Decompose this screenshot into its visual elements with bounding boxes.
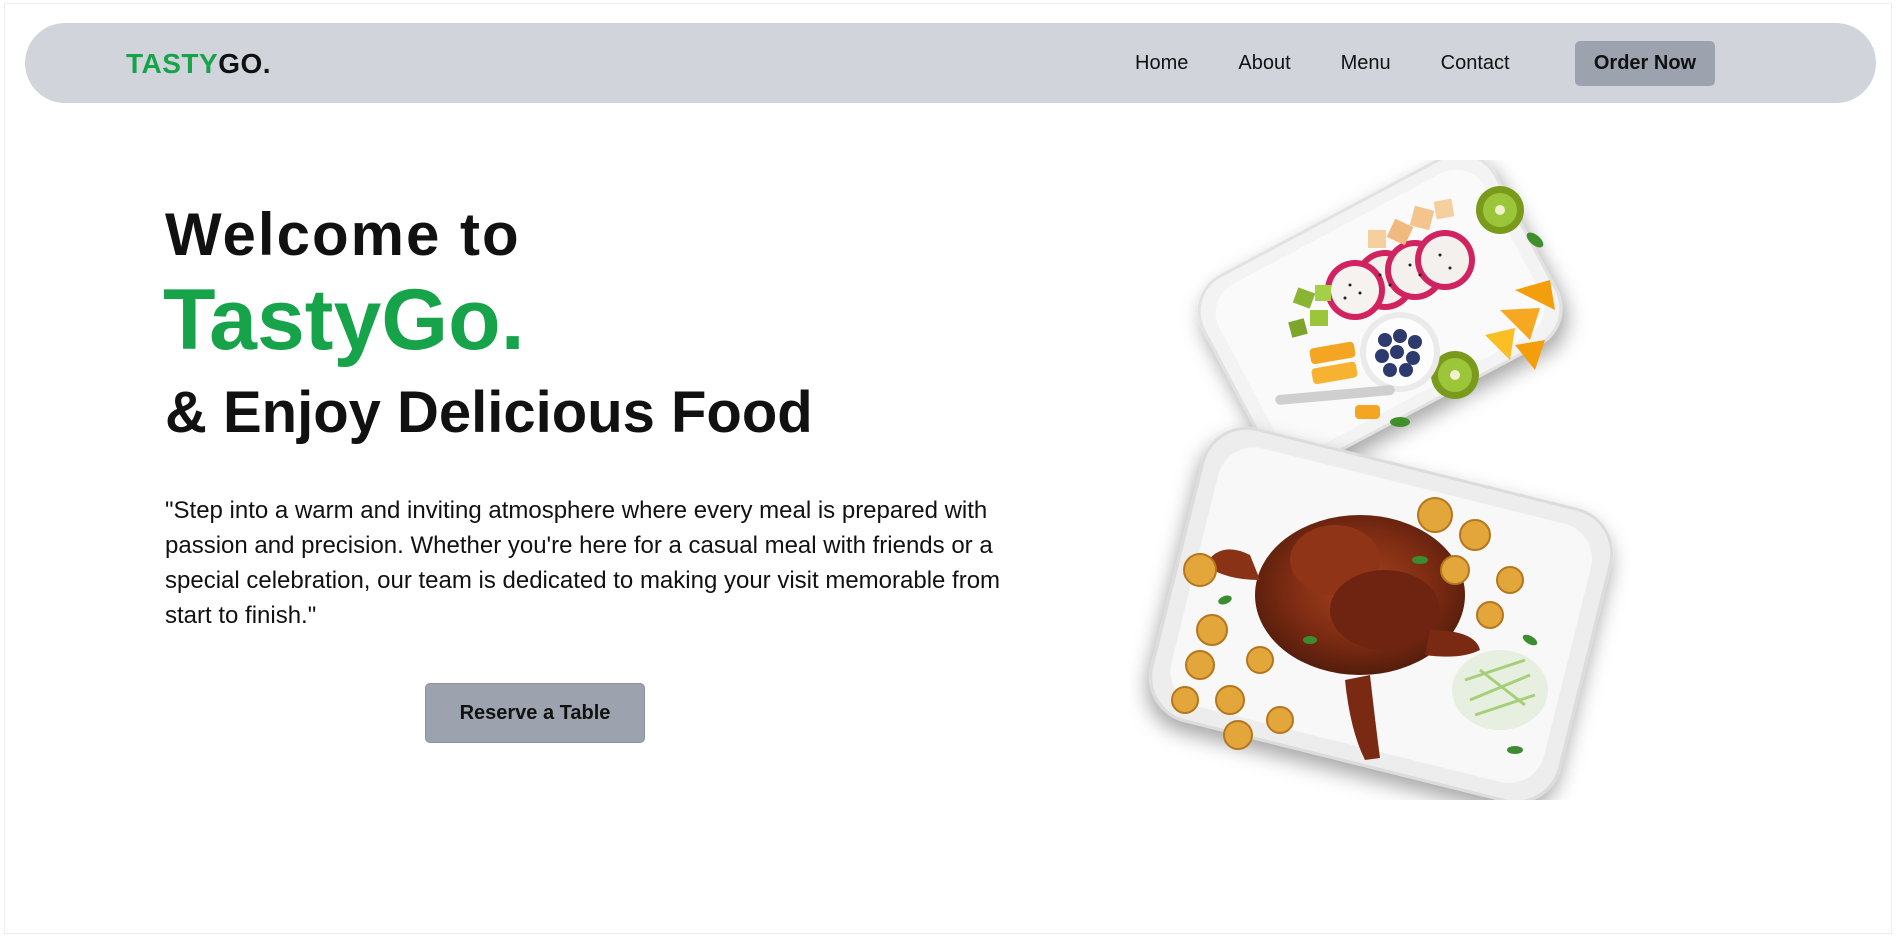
nav-link-menu[interactable]: Menu <box>1341 50 1391 76</box>
logo[interactable]: TASTYGO. <box>126 47 271 81</box>
hero-brand-heading: TastyGo. <box>163 272 525 368</box>
hero-welcome-heading: Welcome to <box>165 201 521 268</box>
reserve-table-button[interactable]: Reserve a Table <box>425 683 645 743</box>
nav-link-about[interactable]: About <box>1238 50 1290 76</box>
nav-links: Home About Menu Contact <box>1135 50 1560 76</box>
navbar: TASTYGO. Home About Menu Contact Order N… <box>25 23 1876 103</box>
nav-link-contact[interactable]: Contact <box>1441 50 1510 76</box>
logo-part-tasty: TASTY <box>126 48 219 79</box>
logo-part-go: GO. <box>218 48 272 79</box>
food-plates-image <box>1149 160 1614 800</box>
hero-description: "Step into a warm and inviting atmospher… <box>165 497 1001 629</box>
hero-tagline-heading: & Enjoy Delicious Food <box>165 380 813 445</box>
order-now-button[interactable]: Order Now <box>1575 41 1715 86</box>
nav-link-home[interactable]: Home <box>1135 50 1188 76</box>
